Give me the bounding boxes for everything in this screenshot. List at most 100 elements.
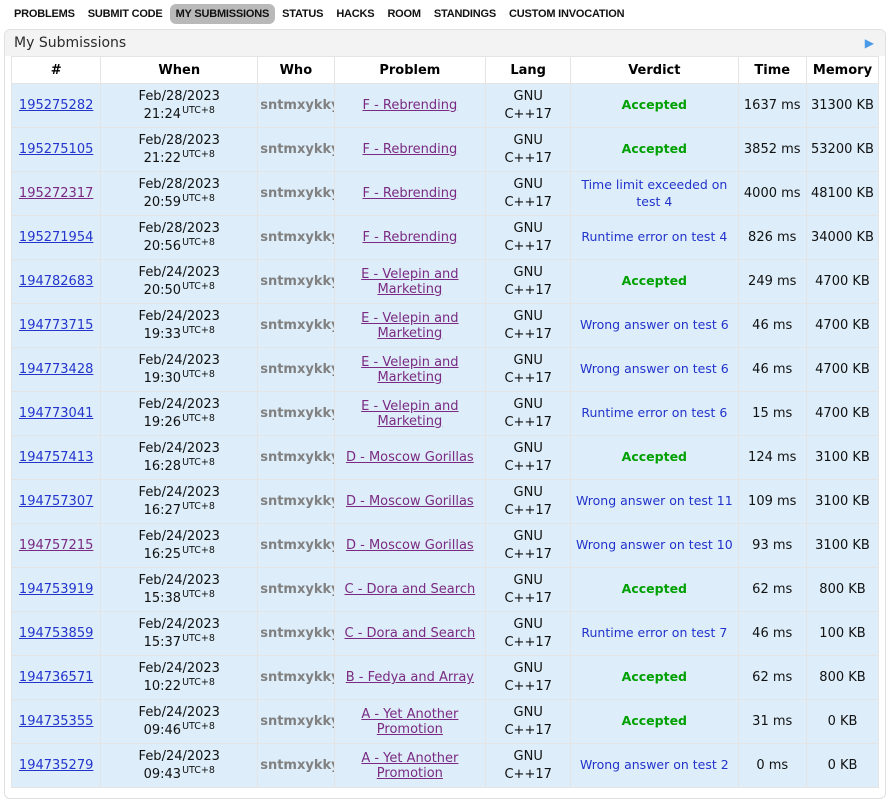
lang-line1: GNU — [514, 573, 543, 588]
verdict-text[interactable]: Wrong answer on test 2 — [580, 757, 729, 772]
verdict-text[interactable]: Accepted — [622, 669, 687, 684]
when-tz: UTC+8 — [182, 677, 215, 688]
table-header-row: # When Who Problem Lang Verdict Time Mem… — [12, 57, 879, 84]
who-link[interactable]: sntmxykky — [260, 450, 334, 465]
problem-link[interactable]: F - Rebrending — [362, 230, 457, 245]
when-date: Feb/24/2023 — [139, 573, 220, 588]
verdict-text[interactable]: Time limit exceeded on test 4 — [581, 177, 727, 208]
page: PROBLEMS SUBMIT CODE MY SUBMISSIONS STAT… — [0, 0, 890, 804]
verdict-text[interactable]: Wrong answer on test 6 — [580, 317, 729, 332]
who-link[interactable]: sntmxykky — [260, 318, 334, 333]
lang-line1: GNU — [514, 309, 543, 324]
submission-id-link[interactable]: 194773041 — [19, 406, 93, 421]
who-link[interactable]: sntmxykky — [260, 670, 334, 685]
column-header-problem: Problem — [334, 57, 486, 84]
when-tz: UTC+8 — [182, 369, 215, 380]
submission-id-link[interactable]: 194757413 — [19, 450, 93, 465]
time-value: 46 ms — [738, 304, 806, 348]
when-time: 19:33 — [144, 327, 181, 342]
verdict-text[interactable]: Accepted — [622, 449, 687, 464]
lang-line2: C++17 — [504, 679, 551, 694]
submission-id-link[interactable]: 194757307 — [19, 494, 93, 509]
submission-id-link[interactable]: 194757215 — [19, 538, 93, 553]
when-date: Feb/28/2023 — [139, 221, 220, 236]
lang-line2: C++17 — [504, 415, 551, 430]
nav-item-standings[interactable]: STANDINGS — [428, 4, 502, 24]
problem-link[interactable]: F - Rebrending — [362, 98, 457, 113]
who-link[interactable]: sntmxykky — [260, 714, 334, 729]
page-title: My Submissions — [14, 35, 126, 51]
verdict-text[interactable]: Accepted — [622, 273, 687, 288]
who-link[interactable]: sntmxykky — [260, 274, 334, 289]
nav-item-hacks[interactable]: HACKS — [330, 4, 380, 24]
lang-cell: GNU C++17 — [486, 128, 571, 172]
problem-link[interactable]: E - Velepin and Marketing — [361, 267, 458, 297]
problem-link[interactable]: A - Yet Another Promotion — [361, 751, 458, 781]
problem-link[interactable]: E - Velepin and Marketing — [361, 399, 458, 429]
when-time: 09:43 — [144, 767, 181, 782]
lang-cell: GNU C++17 — [486, 348, 571, 392]
submission-id-link[interactable]: 194735279 — [19, 758, 93, 773]
submission-id-link[interactable]: 195271954 — [19, 230, 93, 245]
submission-id-link[interactable]: 194773715 — [19, 318, 93, 333]
verdict-text[interactable]: Accepted — [622, 713, 687, 728]
lang-cell: GNU C++17 — [486, 656, 571, 700]
submission-id-link[interactable]: 194735355 — [19, 714, 93, 729]
submission-id-link[interactable]: 195272317 — [19, 186, 93, 201]
problem-link[interactable]: F - Rebrending — [362, 142, 457, 157]
problem-link[interactable]: B - Fedya and Array — [346, 670, 474, 685]
verdict-text[interactable]: Accepted — [622, 581, 687, 596]
nav-item-room[interactable]: ROOM — [381, 4, 426, 24]
submission-id-link[interactable]: 194753919 — [19, 582, 93, 597]
nav-item-custom-invocation[interactable]: CUSTOM INVOCATION — [503, 4, 630, 24]
nav-item-submit-code[interactable]: SUBMIT CODE — [82, 4, 169, 24]
expand-arrow-icon[interactable]: ▶ — [865, 37, 876, 49]
who-link[interactable]: sntmxykky — [260, 186, 334, 201]
problem-link[interactable]: F - Rebrending — [362, 186, 457, 201]
problem-link[interactable]: D - Moscow Gorillas — [346, 538, 474, 553]
nav-item-problems[interactable]: PROBLEMS — [8, 4, 81, 24]
problem-link[interactable]: E - Velepin and Marketing — [361, 311, 458, 341]
column-header-verdict: Verdict — [571, 57, 738, 84]
who-link[interactable]: sntmxykky — [260, 230, 334, 245]
nav-item-status[interactable]: STATUS — [276, 4, 329, 24]
problem-link[interactable]: A - Yet Another Promotion — [361, 707, 458, 737]
lang-line2: C++17 — [504, 591, 551, 606]
who-link[interactable]: sntmxykky — [260, 582, 334, 597]
verdict-text[interactable]: Accepted — [622, 97, 687, 112]
who-link[interactable]: sntmxykky — [260, 142, 334, 157]
lang-cell: GNU C++17 — [486, 744, 571, 788]
lang-line1: GNU — [514, 441, 543, 456]
problem-link[interactable]: C - Dora and Search — [345, 582, 476, 597]
problem-link[interactable]: D - Moscow Gorillas — [346, 494, 474, 509]
who-link[interactable]: sntmxykky — [260, 406, 334, 421]
submission-id-link[interactable]: 194753859 — [19, 626, 93, 641]
who-link[interactable]: sntmxykky — [260, 538, 334, 553]
submission-id-link[interactable]: 194773428 — [19, 362, 93, 377]
who-link[interactable]: sntmxykky — [260, 494, 334, 509]
submission-id-link[interactable]: 194782683 — [19, 274, 93, 289]
problem-link[interactable]: D - Moscow Gorillas — [346, 450, 474, 465]
verdict-text[interactable]: Runtime error on test 6 — [581, 405, 727, 420]
problem-link[interactable]: C - Dora and Search — [345, 626, 476, 641]
submission-id-link[interactable]: 195275282 — [19, 98, 93, 113]
verdict-text[interactable]: Wrong answer on test 6 — [580, 361, 729, 376]
when-date: Feb/28/2023 — [139, 177, 220, 192]
who-link[interactable]: sntmxykky — [260, 758, 334, 773]
problem-link[interactable]: E - Velepin and Marketing — [361, 355, 458, 385]
when-cell: Feb/28/2023 20:56UTC+8 — [101, 216, 258, 260]
who-link[interactable]: sntmxykky — [260, 626, 334, 641]
verdict-text[interactable]: Accepted — [622, 141, 687, 156]
verdict-text[interactable]: Wrong answer on test 10 — [576, 537, 733, 552]
table-row: 194757215 Feb/24/2023 16:25UTC+8 sntmxyk… — [12, 524, 879, 568]
verdict-text[interactable]: Runtime error on test 7 — [581, 625, 727, 640]
verdict-text[interactable]: Runtime error on test 4 — [581, 229, 727, 244]
when-date: Feb/24/2023 — [139, 265, 220, 280]
who-link[interactable]: sntmxykky — [260, 98, 334, 113]
who-link[interactable]: sntmxykky — [260, 362, 334, 377]
submission-id-link[interactable]: 194736571 — [19, 670, 93, 685]
submission-id-link[interactable]: 195275105 — [19, 142, 93, 157]
verdict-text[interactable]: Wrong answer on test 11 — [576, 493, 733, 508]
memory-value: 4700 KB — [806, 348, 878, 392]
nav-item-my-submissions[interactable]: MY SUBMISSIONS — [170, 4, 276, 24]
